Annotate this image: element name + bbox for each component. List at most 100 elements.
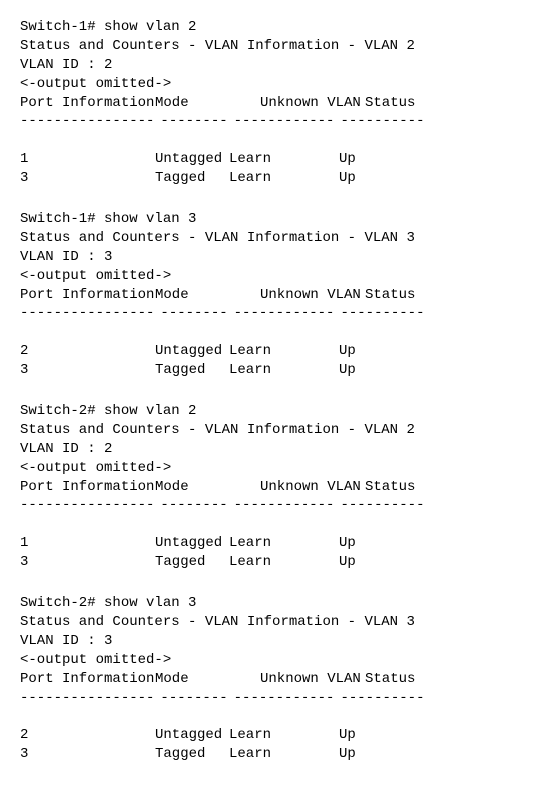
header-uvlan: Unknown VLAN: [260, 94, 365, 113]
cell-port: 2: [20, 726, 155, 745]
cell-port: 2: [20, 342, 155, 361]
vlan-id-line: VLAN ID : 2: [20, 56, 537, 75]
header-port: Port Information: [20, 94, 155, 113]
header-status: Status: [365, 94, 445, 113]
cell-uvlan: Learn: [229, 169, 339, 188]
table-row: 1UntaggedLearnUp: [20, 150, 537, 169]
dash-mode: --------: [160, 496, 227, 515]
cell-mode: Tagged: [155, 169, 229, 188]
cell-port: 1: [20, 150, 155, 169]
cell-uvlan: Learn: [229, 726, 339, 745]
command-prompt: Switch-1# show vlan 2: [20, 18, 537, 37]
vlan-id-line: VLAN ID : 2: [20, 440, 537, 459]
blank-line: [20, 707, 537, 726]
dash-status: ----------: [340, 496, 424, 515]
output-title: Status and Counters - VLAN Information -…: [20, 613, 537, 632]
cell-port: 3: [20, 553, 155, 572]
table-row: 1UntaggedLearnUp: [20, 534, 537, 553]
cell-mode: Untagged: [155, 150, 229, 169]
header-uvlan: Unknown VLAN: [260, 478, 365, 497]
table-row: 2UntaggedLearnUp: [20, 342, 537, 361]
cell-status: Up: [339, 726, 419, 745]
command-prompt: Switch-2# show vlan 2: [20, 402, 537, 421]
dash-status: ----------: [340, 112, 424, 131]
output-title: Status and Counters - VLAN Information -…: [20, 421, 537, 440]
dash-mode: --------: [160, 112, 227, 131]
vlan-id-line: VLAN ID : 3: [20, 248, 537, 267]
header-port: Port Information: [20, 670, 155, 689]
cell-status: Up: [339, 169, 419, 188]
header-status: Status: [365, 478, 445, 497]
cell-mode: Untagged: [155, 342, 229, 361]
separator-line: ----------------------------------------…: [20, 304, 537, 323]
vlan-output-block: Switch-2# show vlan 2Status and Counters…: [20, 402, 537, 572]
dash-status: ----------: [340, 689, 424, 708]
dash-uvlan: ------------: [234, 496, 335, 515]
output-omitted: <-output omitted->: [20, 75, 537, 94]
cell-status: Up: [339, 745, 419, 764]
command-prompt: Switch-1# show vlan 3: [20, 210, 537, 229]
dash-uvlan: ------------: [234, 112, 335, 131]
vlan-id-line: VLAN ID : 3: [20, 632, 537, 651]
cell-uvlan: Learn: [229, 361, 339, 380]
cell-mode: Tagged: [155, 553, 229, 572]
separator-line: ----------------------------------------…: [20, 112, 537, 131]
header-uvlan: Unknown VLAN: [260, 286, 365, 305]
dash-mode: --------: [160, 689, 227, 708]
cell-mode: Untagged: [155, 726, 229, 745]
output-title: Status and Counters - VLAN Information -…: [20, 229, 537, 248]
header-uvlan: Unknown VLAN: [260, 670, 365, 689]
cell-status: Up: [339, 150, 419, 169]
table-row: 3TaggedLearnUp: [20, 361, 537, 380]
dash-uvlan: ------------: [234, 304, 335, 323]
cell-mode: Tagged: [155, 361, 229, 380]
table-header: Port InformationModeUnknown VLANStatus: [20, 94, 537, 113]
header-port: Port Information: [20, 286, 155, 305]
header-mode: Mode: [155, 286, 260, 305]
cell-status: Up: [339, 553, 419, 572]
separator-line: ----------------------------------------…: [20, 689, 537, 708]
cell-status: Up: [339, 534, 419, 553]
cell-mode: Untagged: [155, 534, 229, 553]
command-prompt: Switch-2# show vlan 3: [20, 594, 537, 613]
table-row: 2UntaggedLearnUp: [20, 726, 537, 745]
dash-port: ----------------: [20, 689, 154, 708]
table-row: 3TaggedLearnUp: [20, 169, 537, 188]
dash-port: ----------------: [20, 304, 154, 323]
table-row: 3TaggedLearnUp: [20, 745, 537, 764]
header-port: Port Information: [20, 478, 155, 497]
vlan-output-block: Switch-1# show vlan 2Status and Counters…: [20, 18, 537, 188]
dash-status: ----------: [340, 304, 424, 323]
blank-line: [20, 323, 537, 342]
output-omitted: <-output omitted->: [20, 651, 537, 670]
cell-uvlan: Learn: [229, 745, 339, 764]
blank-line: [20, 515, 537, 534]
vlan-output-block: Switch-1# show vlan 3Status and Counters…: [20, 210, 537, 380]
blank-line: [20, 131, 537, 150]
separator-line: ----------------------------------------…: [20, 496, 537, 515]
output-omitted: <-output omitted->: [20, 267, 537, 286]
dash-uvlan: ------------: [234, 689, 335, 708]
output-title: Status and Counters - VLAN Information -…: [20, 37, 537, 56]
header-status: Status: [365, 670, 445, 689]
cell-status: Up: [339, 361, 419, 380]
header-mode: Mode: [155, 94, 260, 113]
vlan-output-block: Switch-2# show vlan 3Status and Counters…: [20, 594, 537, 764]
output-omitted: <-output omitted->: [20, 459, 537, 478]
cell-mode: Tagged: [155, 745, 229, 764]
cell-uvlan: Learn: [229, 553, 339, 572]
table-header: Port InformationModeUnknown VLANStatus: [20, 478, 537, 497]
cell-port: 1: [20, 534, 155, 553]
table-header: Port InformationModeUnknown VLANStatus: [20, 670, 537, 689]
terminal-output: Switch-1# show vlan 2Status and Counters…: [20, 18, 537, 764]
cell-uvlan: Learn: [229, 534, 339, 553]
header-mode: Mode: [155, 478, 260, 497]
cell-port: 3: [20, 361, 155, 380]
dash-port: ----------------: [20, 496, 154, 515]
dash-port: ----------------: [20, 112, 154, 131]
table-row: 3TaggedLearnUp: [20, 553, 537, 572]
header-status: Status: [365, 286, 445, 305]
cell-uvlan: Learn: [229, 342, 339, 361]
dash-mode: --------: [160, 304, 227, 323]
table-header: Port InformationModeUnknown VLANStatus: [20, 286, 537, 305]
